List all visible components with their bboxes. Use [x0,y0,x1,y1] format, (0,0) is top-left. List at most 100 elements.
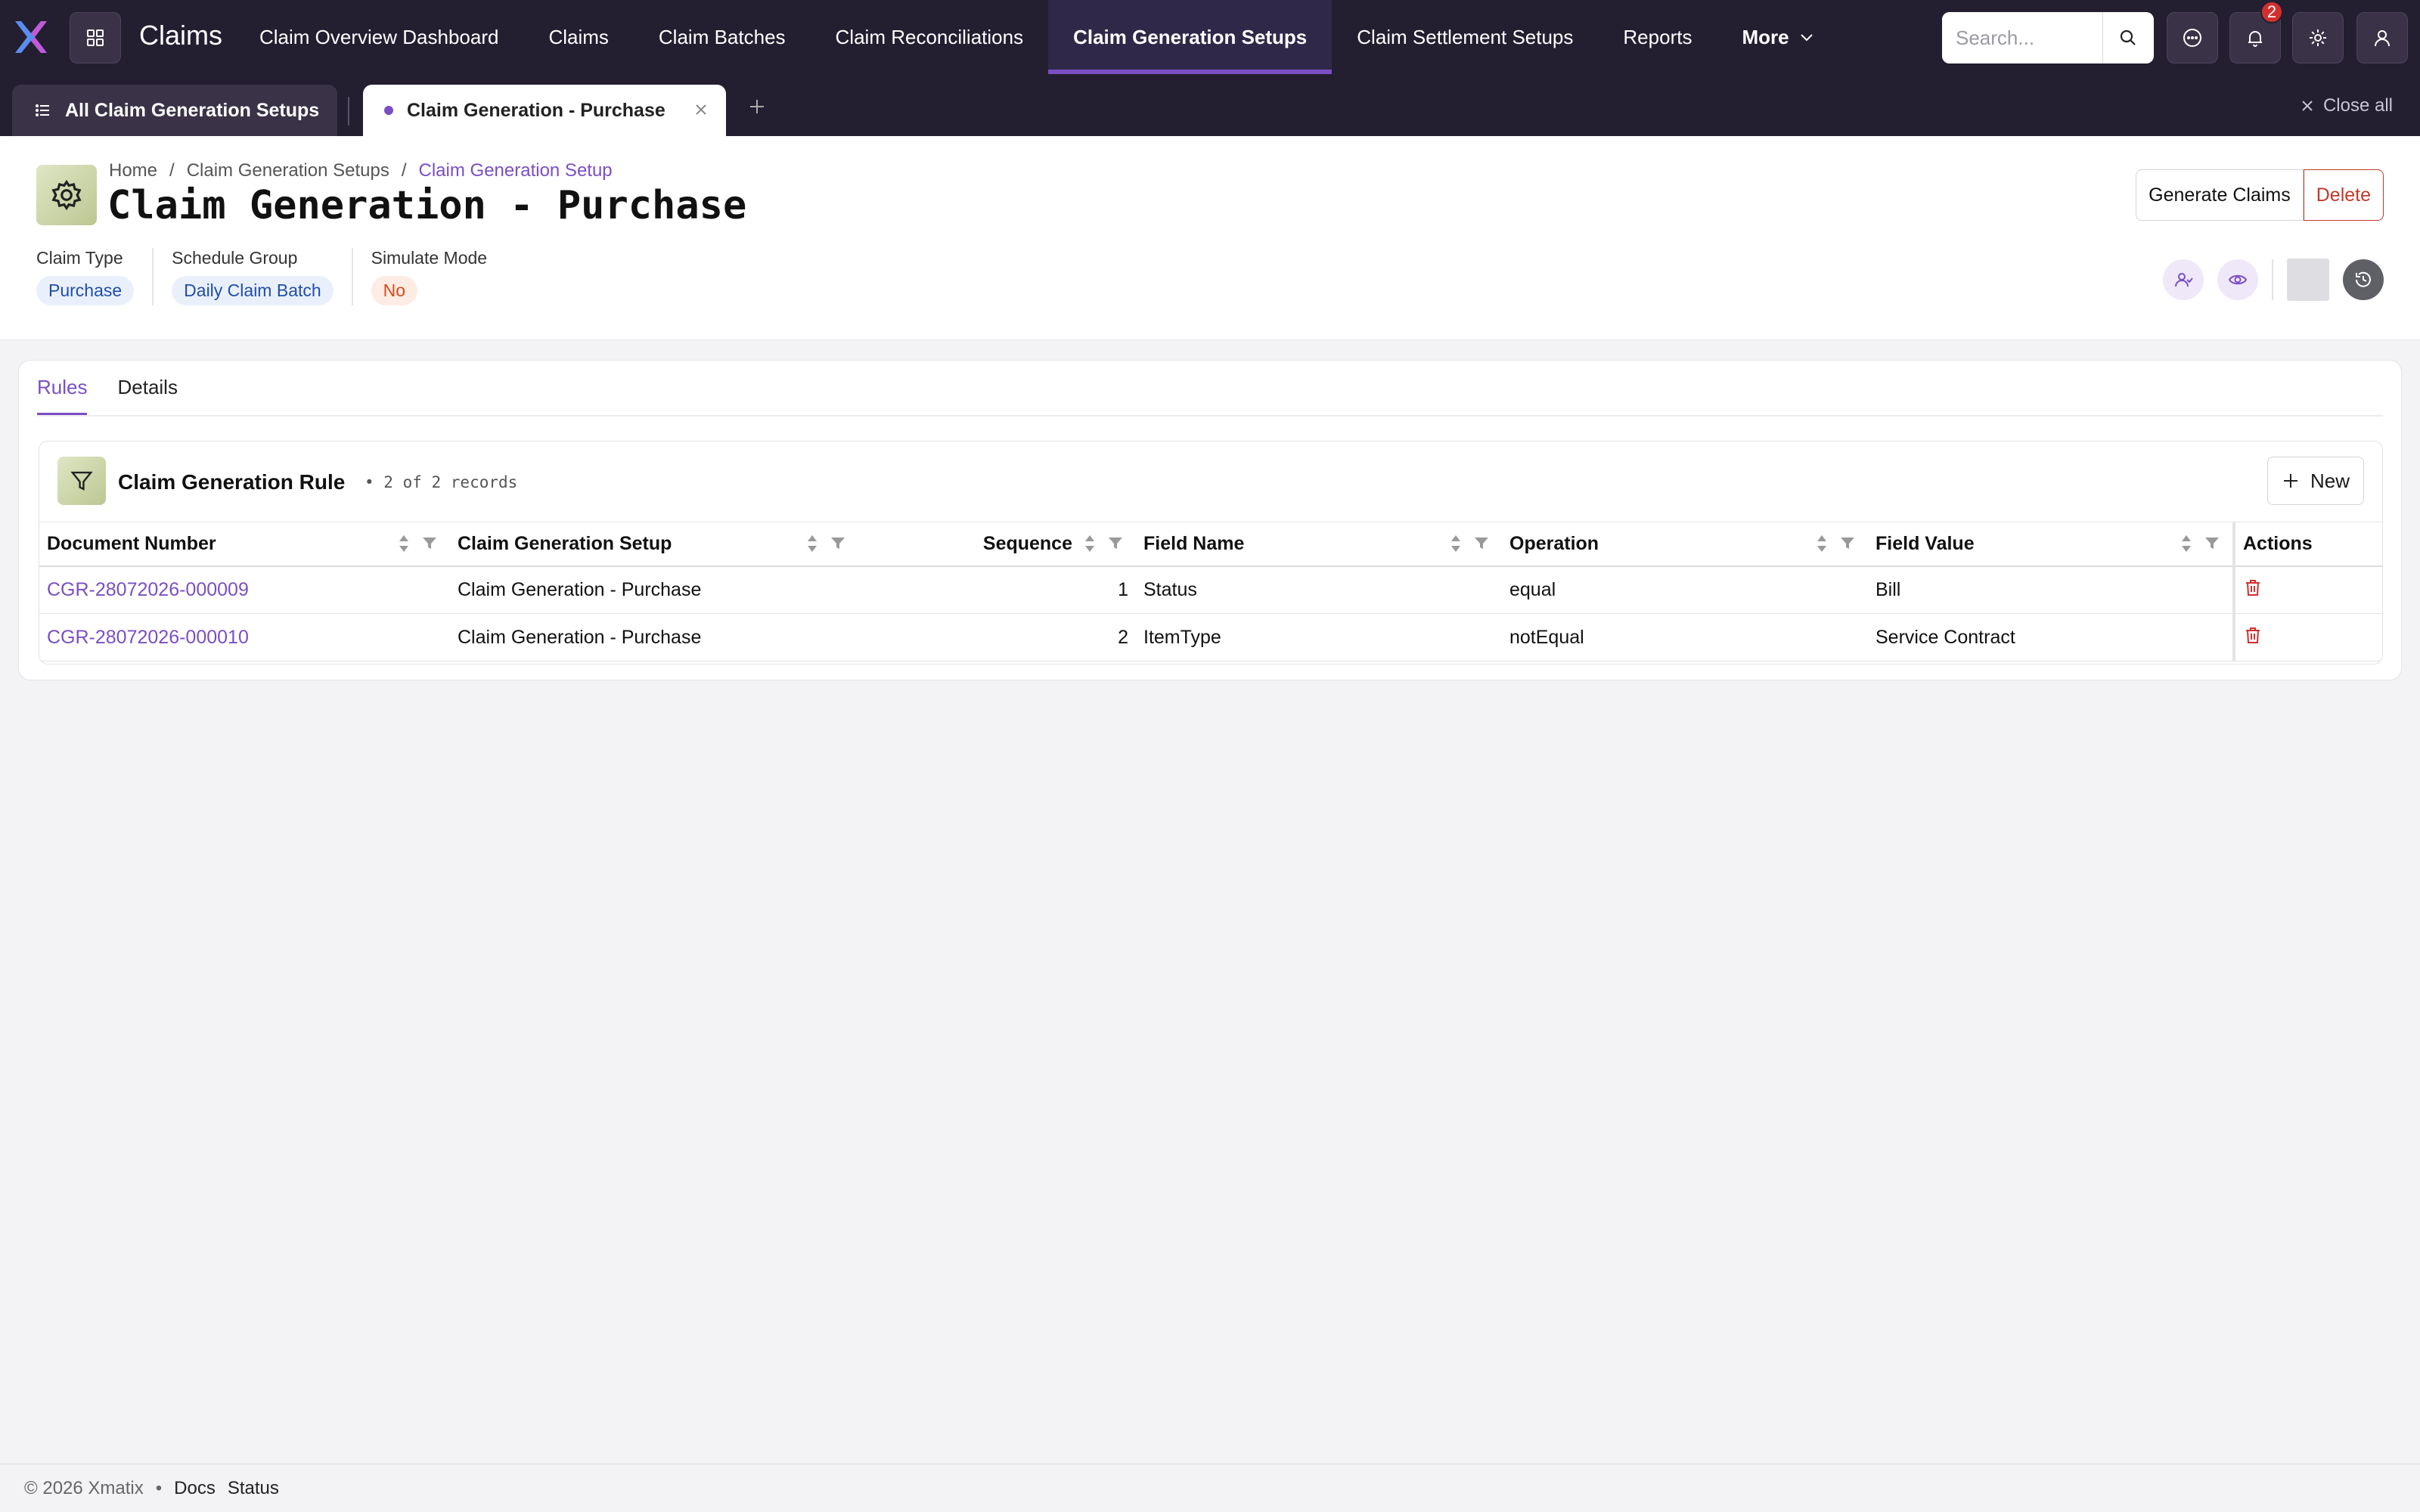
search-input[interactable] [1942,12,2102,64]
user-profile-button[interactable] [2356,12,2408,64]
actions-cell [2232,565,2382,614]
claim-type-badge[interactable]: Purchase [36,276,135,305]
column-header-claim-generation-setup: Claim Generation Setup [450,522,858,567]
user-follow-icon [2175,273,2193,287]
footer-separator: • [155,1477,163,1498]
column-label: Claim Generation Setup [458,532,672,554]
app-name[interactable]: Claims [139,20,222,51]
sort-icon[interactable] [397,533,411,554]
unsaved-dot-icon [384,106,393,115]
sequence-cell: 2 [858,613,1136,662]
nav-item-claim-generation-setups[interactable]: Claim Generation Setups [1048,0,1333,74]
followers-button[interactable] [2163,259,2204,300]
tab-all-label: All Claim Generation Setups [65,99,320,121]
plus-icon[interactable] [747,97,767,116]
nav-item-claim-overview-dashboard[interactable]: Claim Overview Dashboard [234,0,523,74]
column-header-document-number: Document Number [39,522,450,567]
generate-claims-button[interactable]: Generate Claims [2136,169,2304,221]
filter-icon[interactable] [421,535,438,552]
record-count: • 2 of 2 records [365,473,518,491]
column-label: Field Name [1143,532,1245,554]
search-box [1942,12,2154,64]
close-all-tabs-button[interactable]: Close all [2299,95,2393,116]
notification-count-badge: 2 [2260,1,2283,23]
breadcrumb-home[interactable]: Home [109,160,157,181]
breadcrumb-separator: / [169,160,175,181]
chat-button[interactable] [2167,12,2218,64]
tab-rules[interactable]: Rules [37,376,88,416]
breadcrumb-current: Claim Generation Setup [418,160,613,181]
divider [37,415,2383,417]
trash-icon[interactable] [2243,578,2263,597]
delete-button[interactable]: Delete [2303,169,2384,221]
tab-separator [348,97,349,125]
document-tab-bar: All Claim Generation Setups Claim Genera… [0,74,2420,136]
sort-icon[interactable] [1083,533,1097,554]
simulate-mode-badge[interactable]: No [371,276,418,305]
document-number-link[interactable]: CGR-28072026-000009 [39,565,450,614]
document-number-link[interactable]: CGR-28072026-000010 [39,613,450,662]
sort-icon[interactable] [2180,533,2193,554]
filter-icon[interactable] [1107,535,1124,552]
record-header: Home / Claim Generation Setups / Claim G… [0,136,2420,340]
watch-button[interactable] [2217,259,2258,300]
property-claim-type: Claim Type Purchase [36,248,154,305]
history-button[interactable] [2343,259,2384,300]
page-title: Claim Generation - Purchase [107,183,747,228]
sort-icon[interactable] [1449,533,1463,554]
status-link[interactable]: Status [228,1478,279,1499]
filter-icon[interactable] [2204,535,2220,552]
table-header-row: Document Number Claim Generation Setup S… [39,522,2382,567]
rules-table: Document Number Claim Generation Setup S… [39,522,2382,662]
nav-item-claim-settlement-setups[interactable]: Claim Settlement Setups [1332,0,1598,74]
gear-icon [2310,29,2326,46]
table-row[interactable]: CGR-28072026-000010 Claim Generation - P… [39,613,2382,662]
nav-item-claim-batches[interactable]: Claim Batches [634,0,811,74]
breadcrumb-separator: / [401,160,407,181]
filter-icon[interactable] [830,535,846,552]
setup-cell: Claim Generation - Purchase [450,613,858,662]
breadcrumb: Home / Claim Generation Setups / Claim G… [109,160,613,181]
sort-icon[interactable] [1815,533,1829,554]
tab-all-claim-generation-setups[interactable]: All Claim Generation Setups [12,85,337,136]
docs-link[interactable]: Docs [174,1478,216,1499]
nav-item-reports[interactable]: Reports [1598,0,1717,74]
list-icon [36,104,49,116]
property-label: Schedule Group [172,248,298,268]
history-icon [2356,271,2371,287]
table-row[interactable]: CGR-28072026-000009 Claim Generation - P… [39,565,2382,614]
app-launcher-button[interactable] [70,12,121,64]
breadcrumb-parent[interactable]: Claim Generation Setups [187,160,389,181]
tab-claim-generation-purchase[interactable]: Claim Generation - Purchase [363,85,726,136]
page-icon [36,165,97,225]
search-button[interactable] [2102,12,2152,64]
footer: © 2026 Xmatix • Docs Status [0,1464,2420,1512]
placeholder-square-button[interactable] [2287,259,2329,301]
main-nav: Claim Overview Dashboard Claims Claim Ba… [234,0,1840,74]
tab-details[interactable]: Details [117,376,177,416]
nav-more-menu[interactable]: More [1717,0,1839,74]
field-name-cell: ItemType [1136,613,1502,662]
property-schedule-group: Schedule Group Daily Claim Batch [172,248,353,305]
grid-header: Claim Generation Rule • 2 of 2 records N… [39,442,2382,522]
filter-icon[interactable] [1473,535,1490,552]
column-header-sequence: Sequence [858,522,1136,567]
sort-icon[interactable] [805,533,819,554]
settings-button[interactable] [2292,12,2344,64]
nav-item-claims[interactable]: Claims [523,0,633,74]
filter-icon[interactable] [1839,535,1856,552]
new-rule-button[interactable]: New [2266,457,2364,505]
schedule-group-badge[interactable]: Daily Claim Batch [172,276,334,305]
eye-icon [2228,274,2248,285]
notifications-button[interactable]: 2 [2229,1,2283,64]
divider [2272,259,2273,300]
chat-icon [2183,29,2201,47]
close-icon[interactable] [693,101,709,118]
column-header-operation: Operation [1502,522,1868,567]
trash-icon[interactable] [2243,625,2263,645]
record-properties: Claim Type Purchase Schedule Group Daily… [36,248,523,305]
operation-cell: notEqual [1502,613,1868,662]
nav-item-claim-reconciliations[interactable]: Claim Reconciliations [811,0,1049,74]
close-all-label: Close all [2322,95,2393,116]
xmatix-logo[interactable] [11,17,51,57]
